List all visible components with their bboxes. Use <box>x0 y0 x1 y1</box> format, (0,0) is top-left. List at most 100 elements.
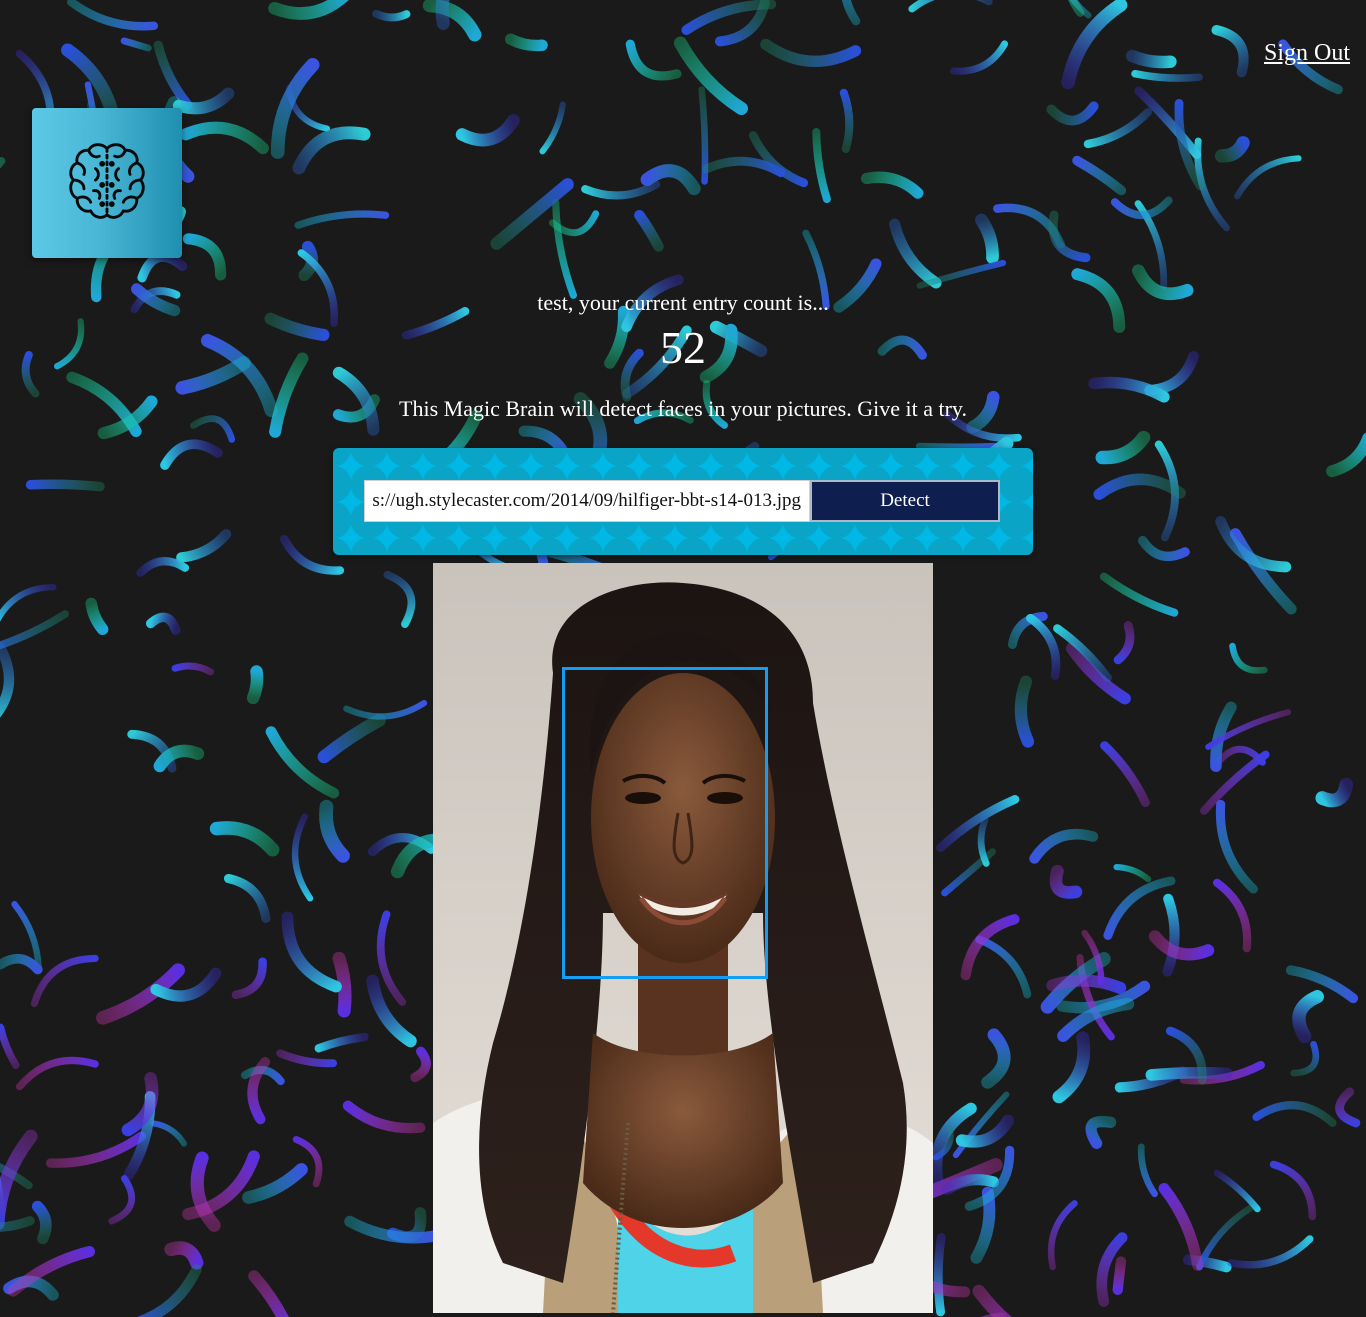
particle-streak <box>1095 430 1151 465</box>
particle-streak <box>1112 1256 1127 1296</box>
particle-streak <box>950 40 1009 75</box>
particle-streak <box>933 1233 946 1317</box>
particle-streak <box>0 642 15 718</box>
particle-streak <box>45 1131 146 1168</box>
particle-streak <box>137 252 188 283</box>
particle-streak <box>1162 893 1180 977</box>
particle-streak <box>1290 1040 1320 1077</box>
image-link-form: Detect <box>333 448 1033 555</box>
particle-streak <box>319 799 350 863</box>
app-root: Sign Out test, your current entry count … <box>0 0 1366 1317</box>
particle-streak <box>0 610 69 650</box>
particle-streak <box>1026 613 1061 680</box>
particle-streak <box>1269 1160 1317 1221</box>
particle-streak <box>292 126 371 175</box>
particle-streak <box>182 233 227 281</box>
particle-streak <box>1100 741 1150 807</box>
particle-streak <box>702 156 786 178</box>
particle-streak <box>136 1264 202 1317</box>
particle-streak <box>1052 1031 1091 1104</box>
particle-streak <box>164 1241 204 1270</box>
particle-streak <box>1093 473 1186 500</box>
particle-streak <box>268 0 349 20</box>
particle-streak <box>317 713 386 764</box>
particle-streak <box>673 36 748 116</box>
particle-streak <box>1227 1235 1314 1269</box>
particle-streak <box>231 957 267 1000</box>
brain-icon <box>69 143 145 219</box>
particle-streak <box>539 101 566 155</box>
entry-rank: test, your current entry count is... 52 <box>0 288 1366 376</box>
particle-streak <box>1061 0 1128 90</box>
particle-streak <box>1125 49 1177 69</box>
particle-streak <box>625 39 682 81</box>
particle-streak <box>0 953 43 975</box>
particle-streak <box>889 218 942 289</box>
particle-streak <box>372 9 411 22</box>
particle-streak <box>1049 864 1083 899</box>
particle-streak <box>1131 69 1203 82</box>
particle-streak <box>280 534 345 575</box>
sign-out-link[interactable]: Sign Out <box>1264 40 1350 66</box>
particle-streak <box>1215 516 1292 573</box>
particle-streak <box>1326 432 1366 478</box>
particle-streak <box>1158 1182 1204 1271</box>
particle-streak <box>30 954 99 1008</box>
particle-streak <box>1046 101 1099 126</box>
particle-streak <box>1335 1087 1361 1128</box>
particle-streak <box>209 821 280 857</box>
particle-streak <box>136 557 190 577</box>
app-description: This Magic Brain will detect faces in yo… <box>399 396 967 421</box>
particle-streak <box>1134 86 1202 160</box>
particle-streak <box>314 1032 369 1053</box>
particle-streak <box>505 33 548 52</box>
detect-button[interactable]: Detect <box>810 480 1000 522</box>
particle-streak <box>179 121 269 155</box>
image-url-input[interactable] <box>364 480 810 522</box>
particle-streak <box>1315 777 1354 808</box>
particle-streak <box>955 1114 1015 1148</box>
particle-streak <box>1113 864 1152 883</box>
logo <box>32 108 182 258</box>
particle-streak <box>294 210 390 229</box>
particle-streak <box>120 37 152 52</box>
particle-streak <box>291 813 314 902</box>
particle-streak <box>1213 1169 1261 1213</box>
particle-streak <box>860 171 924 199</box>
particle-streak <box>581 180 661 200</box>
particle-streak <box>812 128 831 204</box>
particle-streak <box>972 1284 1012 1317</box>
particle-streak <box>248 1270 290 1317</box>
particle-streak <box>915 442 999 450</box>
entry-count-value: 52 <box>660 322 706 373</box>
particle-streak <box>85 597 109 635</box>
particle-streak <box>1113 621 1135 665</box>
particle-streak <box>151 1120 188 1147</box>
particle-streak <box>839 88 854 154</box>
particle-streak <box>376 910 407 1006</box>
particle-streak <box>975 935 1032 999</box>
particle-streak <box>342 1100 426 1134</box>
particle-streak <box>281 911 342 993</box>
particle-streak <box>1103 876 1176 940</box>
top-nav: Sign Out <box>1264 40 1350 67</box>
particle-streak <box>1214 136 1250 163</box>
particle-streak <box>1083 107 1153 149</box>
particle-streak <box>0 583 57 622</box>
particle-streak <box>1137 1143 1158 1198</box>
particle-streak <box>1072 155 1127 196</box>
particle-streak <box>176 529 232 563</box>
particle-streak <box>25 479 105 492</box>
particle-streak <box>455 114 520 147</box>
particle-streak <box>1014 675 1035 748</box>
particle-streak <box>276 1049 338 1068</box>
particle-streak <box>1211 25 1249 78</box>
particle-streak <box>1234 155 1302 200</box>
particle-streak <box>1252 1101 1337 1127</box>
face-bounding-box <box>562 667 768 979</box>
particle-streak <box>1292 990 1324 1044</box>
particle-streak <box>145 612 181 635</box>
particle-streak <box>908 0 993 13</box>
face-recognition-image <box>433 563 933 1313</box>
particle-streak <box>247 1057 271 1125</box>
